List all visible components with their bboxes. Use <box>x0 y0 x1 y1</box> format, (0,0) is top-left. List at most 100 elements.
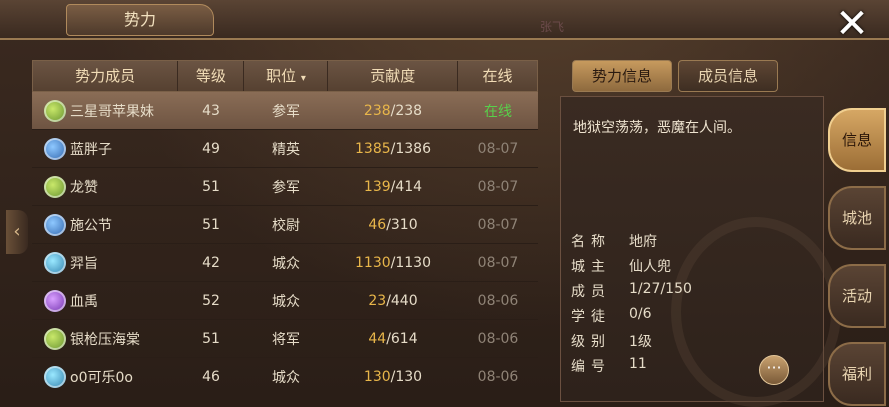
side-tab-label: 活动 <box>841 287 872 305</box>
member-name-cell: 血禹 <box>32 289 178 312</box>
member-position: 精英 <box>272 141 300 158</box>
contribution-total: /130 <box>390 368 423 385</box>
contribution-current: 1385 <box>355 140 391 157</box>
side-tab-label: 城池 <box>841 209 872 227</box>
contribution-current: 238 <box>363 102 391 119</box>
side-tab-activity[interactable]: 活动 <box>828 264 886 328</box>
member-name: 银枪压海棠 <box>70 331 140 348</box>
info-field-key: 城主 <box>571 259 611 275</box>
table-row[interactable]: 蓝胖子 49 精英 1385/1386 08-07 <box>32 130 538 168</box>
tab-faction-info[interactable]: 势力信息 <box>572 60 672 92</box>
member-contribution: 1130/1130 <box>328 255 458 271</box>
table-row[interactable]: 三星哥苹果妹 43 参军 238/238 在线 <box>32 92 538 130</box>
faction-info-panel: 地狱空荡荡，恶魔在人间。 名称 地府 城主 仙人兜 成员 1/27/150 学徒 0/6 级别 1… <box>560 96 841 407</box>
info-field: 级别 1级 <box>571 331 652 351</box>
info-field: 学徒 0/6 <box>571 306 652 326</box>
contribution-current: 46 <box>368 216 387 233</box>
info-field-key: 成员 <box>571 284 611 300</box>
member-name: 蓝胖子 <box>70 141 112 158</box>
member-contribution: 46/310 <box>328 217 458 233</box>
title-bar: 势力 张飞 <box>0 0 889 40</box>
member-level: 42 <box>202 254 220 271</box>
header-position[interactable]: 职位 ▾ <box>244 61 329 91</box>
table-header: 势力成员 等级 职位 ▾ 贡献度 在线 <box>32 60 538 92</box>
header-contribution[interactable]: 贡献度 <box>328 61 458 91</box>
member-table: 势力成员 等级 职位 ▾ 贡献度 在线 三星哥苹果妹 43 参军 238/238… <box>32 60 538 396</box>
contribution-current: 44 <box>368 330 387 347</box>
table-row[interactable]: 施公节 51 校尉 46/310 08-07 <box>32 206 538 244</box>
member-position: 校尉 <box>272 217 300 234</box>
contribution-current: 23 <box>368 292 387 309</box>
contribution-total: /614 <box>386 330 418 347</box>
header-member[interactable]: 势力成员 <box>33 61 179 91</box>
member-name: 羿旨 <box>70 255 98 272</box>
member-avatar-icon <box>44 99 66 122</box>
more-button[interactable]: ··· <box>759 355 789 385</box>
table-row[interactable]: 血禹 52 城众 23/440 08-06 <box>32 282 538 320</box>
member-online-status: 08-06 <box>477 292 519 309</box>
member-level: 52 <box>202 292 220 309</box>
member-position: 参军 <box>272 179 300 196</box>
member-level: 43 <box>202 102 220 119</box>
member-contribution: 139/414 <box>328 179 458 195</box>
member-avatar-icon <box>44 251 66 274</box>
contribution-total: /414 <box>390 178 423 195</box>
info-field-value: 11 <box>629 356 647 372</box>
member-name: 血禹 <box>70 293 98 310</box>
member-contribution: 1385/1386 <box>328 141 458 157</box>
contribution-total: /1386 <box>390 140 431 157</box>
member-position: 将军 <box>272 331 300 348</box>
window-title: 势力 <box>66 4 214 36</box>
table-row[interactable]: o0可乐0o 46 城众 130/130 08-06 <box>32 358 538 396</box>
member-name-cell: 三星哥苹果妹 <box>32 99 178 122</box>
member-level: 46 <box>202 368 220 385</box>
member-contribution: 238/238 <box>328 103 458 119</box>
member-online-status: 08-07 <box>477 254 519 271</box>
info-field: 名称 地府 <box>571 231 657 251</box>
background-text: 张飞 <box>540 20 565 34</box>
side-tab-cities[interactable]: 城池 <box>828 186 886 250</box>
collapse-handle-icon[interactable]: ‹ <box>6 210 28 254</box>
member-position: 城众 <box>272 255 300 272</box>
member-position: 城众 <box>272 369 300 386</box>
dragon-emblem-icon <box>671 217 841 407</box>
member-name: 龙赞 <box>70 179 98 196</box>
contribution-total: /440 <box>386 292 418 309</box>
close-button[interactable]: ✕ <box>826 2 878 50</box>
info-field: 成员 1/27/150 <box>571 281 692 301</box>
member-online-status: 在线 <box>484 103 512 120</box>
header-online[interactable]: 在线 <box>458 61 537 91</box>
header-level[interactable]: 等级 <box>178 61 245 91</box>
member-name-cell: 龙赞 <box>32 175 178 198</box>
info-field-value: 0/6 <box>629 306 652 322</box>
sort-icon: ▾ <box>300 73 306 84</box>
member-name-cell: o0可乐0o <box>32 365 178 388</box>
member-level: 51 <box>202 330 220 347</box>
contribution-total: /238 <box>390 102 423 119</box>
info-field: 城主 仙人兜 <box>571 256 671 276</box>
table-body: 三星哥苹果妹 43 参军 238/238 在线 蓝胖子 49 精英 1385/1… <box>32 92 538 396</box>
contribution-current: 1130 <box>355 254 391 271</box>
member-level: 49 <box>202 140 220 157</box>
side-tab-label: 信息 <box>841 131 872 149</box>
contribution-total: /1130 <box>390 254 431 271</box>
member-name-cell: 银枪压海棠 <box>32 327 178 350</box>
side-tab-welfare[interactable]: 福利 <box>828 342 886 406</box>
member-avatar-icon <box>44 365 66 388</box>
member-avatar-icon <box>44 213 66 236</box>
table-row[interactable]: 龙赞 51 参军 139/414 08-07 <box>32 168 538 206</box>
member-contribution: 23/440 <box>328 293 458 309</box>
contribution-current: 130 <box>363 368 391 385</box>
tab-member-info[interactable]: 成员信息 <box>678 60 778 92</box>
info-field-key: 名称 <box>571 234 611 250</box>
info-field-key: 级别 <box>571 334 611 350</box>
member-online-status: 08-07 <box>477 140 519 157</box>
info-field-value: 地府 <box>629 234 657 250</box>
side-tab-info[interactable]: 信息 <box>828 108 886 172</box>
table-row[interactable]: 羿旨 42 城众 1130/1130 08-07 <box>32 244 538 282</box>
member-name-cell: 羿旨 <box>32 251 178 274</box>
info-field-key: 学徒 <box>571 309 611 325</box>
table-row[interactable]: 银枪压海棠 51 将军 44/614 08-06 <box>32 320 538 358</box>
contribution-current: 139 <box>363 178 391 195</box>
member-level: 51 <box>202 216 220 233</box>
